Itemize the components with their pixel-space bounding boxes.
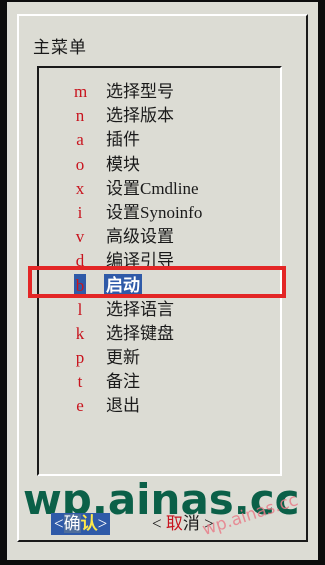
menu-item-hotkey: o (75, 154, 85, 174)
menu-item[interactable]: x 设置Cmdline (74, 177, 274, 201)
ok-hotkey: 确 (63, 514, 81, 533)
menu-item-label: 选择版本 (106, 106, 174, 126)
menu-item-hotkey: i (77, 202, 83, 222)
dialog-title: 主菜单 (33, 38, 87, 58)
menu-item[interactable]: i 设置Synoinfo (74, 201, 274, 225)
menu-item-label: 选择键盘 (106, 323, 174, 343)
menu-item-label: 高级设置 (106, 227, 174, 247)
menu-item-hotkey: v (75, 227, 85, 247)
menu-item-label: 退出 (106, 396, 140, 416)
menu-item[interactable]: o 模块 (74, 153, 274, 177)
menu-item[interactable]: l 选择语言 (74, 298, 274, 322)
ok-button[interactable]: <确认> (51, 513, 111, 535)
menu-item-label: 选择型号 (106, 82, 174, 101)
menu-item-hotkey: l (77, 299, 83, 319)
cancel-open-bracket: < (152, 514, 162, 533)
menu-item-label: 更新 (106, 348, 140, 368)
annotation-highlight-box (28, 266, 286, 298)
menu-item-hotkey: e (76, 396, 84, 416)
menu-item-hotkey: k (75, 323, 85, 343)
menu-item[interactable]: p 更新 (74, 346, 274, 370)
ok-label-rest: 认 (80, 514, 98, 533)
menu-item[interactable]: a 插件 (74, 128, 274, 152)
menu-item-hotkey: x (75, 178, 85, 198)
menu-list: m 选择型号 n 选择版本 a 插件 o 模块 x 设置Cmdline i 设置Synoinfo v 高级… (74, 80, 274, 419)
menu-item[interactable]: t 备注 (74, 370, 274, 394)
ok-close-bracket: > (97, 514, 108, 533)
menu-item[interactable]: v 高级设置 (74, 225, 274, 249)
menu-item[interactable]: n 选择版本 (74, 104, 274, 128)
menu-item-hotkey: a (76, 130, 84, 150)
menu-item-label: 设置Cmdline (106, 178, 199, 198)
menu-item-label: 备注 (106, 372, 140, 392)
menu-item[interactable]: e 退出 (74, 394, 274, 418)
cancel-hotkey: 取 (165, 514, 183, 533)
menu-item[interactable]: k 选择键盘 (74, 322, 274, 346)
menu-item-hotkey: n (75, 106, 85, 126)
menu-item[interactable]: m 选择型号 (74, 80, 274, 104)
menu-item-hotkey: m (74, 82, 88, 101)
menu-item-label: 模块 (106, 154, 140, 174)
menu-item-hotkey: t (77, 372, 83, 392)
menu-item-label: 选择语言 (106, 299, 174, 319)
cancel-label-rest: 消 (182, 514, 200, 533)
menu-item-hotkey: p (75, 348, 85, 368)
ok-open-bracket: < (54, 514, 64, 533)
menu-item-label: 设置Synoinfo (106, 202, 203, 222)
menu-item-label: 插件 (106, 130, 140, 150)
